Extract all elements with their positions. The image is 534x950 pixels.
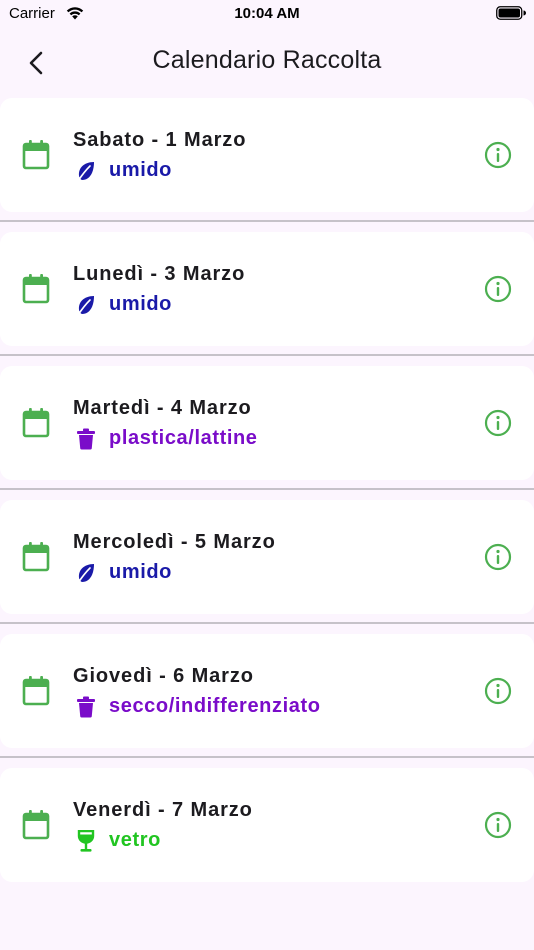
battery-icon	[496, 6, 526, 20]
calendar-icon	[22, 274, 50, 304]
list-item[interactable]: Martedì - 4 Marzo plastica/lattine	[0, 366, 534, 500]
wine-glass-icon	[76, 829, 96, 852]
info-icon[interactable]	[484, 409, 512, 437]
collection-day-card[interactable]: Venerdì - 7 Marzo vetro	[0, 768, 534, 882]
collection-date: Lunedì - 3 Marzo	[73, 263, 246, 285]
collection-day-card[interactable]: Martedì - 4 Marzo plastica/lattine	[0, 366, 534, 480]
waste-type-label: umido	[109, 561, 172, 583]
waste-type-label: umido	[109, 159, 172, 181]
leaf-icon	[76, 562, 96, 584]
calendar-icon	[22, 542, 50, 572]
list-item[interactable]: Venerdì - 7 Marzo vetro	[0, 768, 534, 902]
list-item[interactable]: Giovedì - 6 Marzo secco/indifferenziato	[0, 634, 534, 768]
nav-bar: Calendario Raccolta	[0, 28, 534, 98]
waste-type-label: plastica/lattine	[109, 427, 258, 449]
leaf-icon	[76, 294, 96, 316]
trash-icon	[76, 696, 96, 718]
status-time: 10:04 AM	[234, 5, 300, 22]
collection-calendar-list: Sabato - 1 Marzo umido Lunedì - 3 Marzo umi…	[0, 98, 534, 902]
list-item[interactable]: Lunedì - 3 Marzo umido	[0, 232, 534, 366]
collection-date: Venerdì - 7 Marzo	[73, 799, 253, 821]
collection-day-card[interactable]: Mercoledì - 5 Marzo umido	[0, 500, 534, 614]
waste-type-label: vetro	[109, 829, 161, 851]
collection-day-card[interactable]: Giovedì - 6 Marzo secco/indifferenziato	[0, 634, 534, 748]
collection-date: Giovedì - 6 Marzo	[73, 665, 254, 687]
status-bar: Carrier 10:04 AM	[0, 0, 534, 28]
waste-type-label: umido	[109, 293, 172, 315]
collection-day-card[interactable]: Sabato - 1 Marzo umido	[0, 98, 534, 212]
list-item[interactable]: Mercoledì - 5 Marzo umido	[0, 500, 534, 634]
calendar-icon	[22, 140, 50, 170]
info-icon[interactable]	[484, 811, 512, 839]
list-item[interactable]: Sabato - 1 Marzo umido	[0, 98, 534, 232]
calendar-icon	[22, 408, 50, 438]
info-icon[interactable]	[484, 275, 512, 303]
calendar-icon	[22, 676, 50, 706]
leaf-icon	[76, 160, 96, 182]
collection-day-card[interactable]: Lunedì - 3 Marzo umido	[0, 232, 534, 346]
collection-date: Martedì - 4 Marzo	[73, 397, 252, 419]
info-icon[interactable]	[484, 677, 512, 705]
trash-icon	[76, 428, 96, 450]
calendar-icon	[22, 810, 50, 840]
collection-date: Sabato - 1 Marzo	[73, 129, 247, 151]
info-icon[interactable]	[484, 543, 512, 571]
collection-date: Mercoledì - 5 Marzo	[73, 531, 276, 553]
info-icon[interactable]	[484, 141, 512, 169]
waste-type-label: secco/indifferenziato	[109, 695, 321, 717]
page-title: Calendario Raccolta	[152, 46, 382, 74]
